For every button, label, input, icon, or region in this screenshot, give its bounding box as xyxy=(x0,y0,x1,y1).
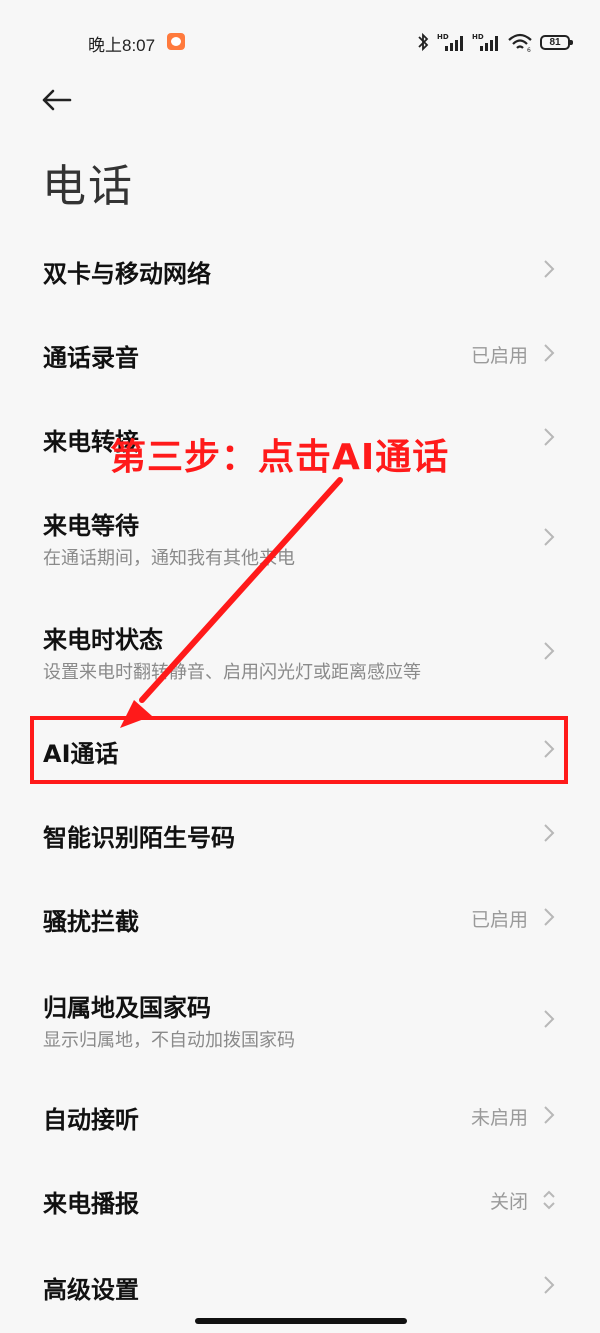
annotation-arrow xyxy=(120,477,343,728)
annotation-label: 第三步：点击AI通话 xyxy=(110,437,450,478)
home-indicator[interactable] xyxy=(195,1318,407,1324)
